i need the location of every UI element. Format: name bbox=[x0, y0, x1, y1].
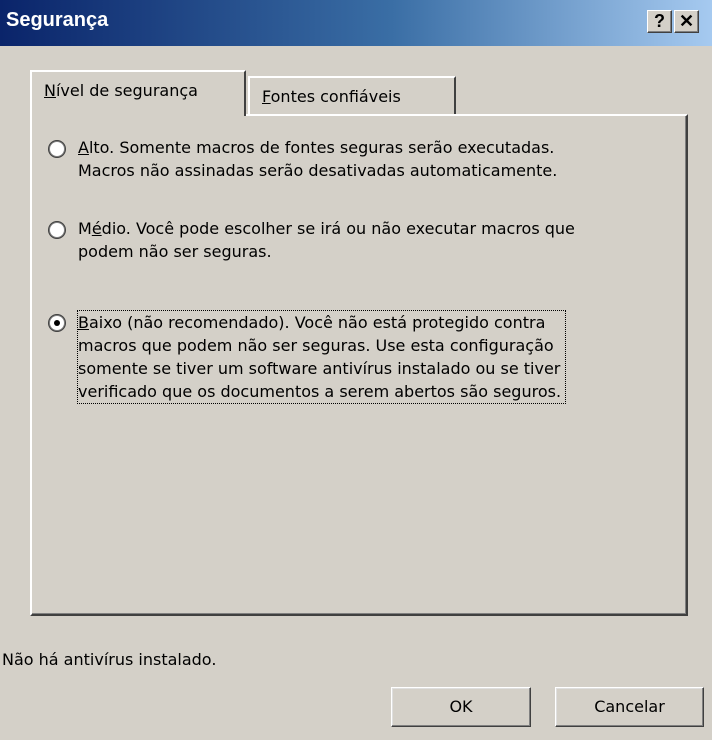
option-low-accel: B bbox=[78, 313, 89, 332]
option-low-line4: verificado que os documentos a serem abe… bbox=[78, 382, 562, 401]
option-low-line1: aixo (não recomendado). Você não está pr… bbox=[88, 313, 546, 332]
option-low-line3: somente se tiver um software antivírus i… bbox=[78, 359, 561, 378]
option-high-line1: lto. Somente macros de fontes seguras se… bbox=[88, 138, 555, 157]
window-title: Segurança bbox=[6, 9, 109, 31]
title-bar[interactable]: Segurança ? ✕ bbox=[0, 0, 712, 46]
tab-trusted-sources-label: ontes confiáveis bbox=[270, 87, 401, 106]
option-medium-text: Médio. Você pode escolher se irá ou não … bbox=[78, 217, 688, 263]
radio-low[interactable] bbox=[50, 316, 64, 330]
radio-medium[interactable] bbox=[50, 223, 64, 237]
tab-trusted-sources-accel: F bbox=[262, 87, 271, 106]
option-high-line2: Macros não assinadas serão desativadas a… bbox=[78, 161, 558, 180]
option-high-accel: A bbox=[78, 138, 89, 157]
help-button[interactable]: ? bbox=[647, 10, 672, 33]
option-low-line2: macros que podem não ser seguras. Use es… bbox=[78, 336, 554, 355]
tab-security-level-label: ível de segurança bbox=[55, 81, 198, 100]
option-low-focus: Baixo (não recomendado). Você não está p… bbox=[76, 310, 567, 404]
tab-security-level-accel: N bbox=[44, 81, 56, 100]
tab-security-level[interactable]: Nível de segurança bbox=[30, 70, 246, 116]
option-high-text: Alto. Somente macros de fontes seguras s… bbox=[78, 136, 688, 182]
option-medium-line2: podem não ser seguras. bbox=[78, 242, 272, 261]
option-medium-accel: é bbox=[91, 219, 102, 238]
option-medium-pre: M bbox=[78, 219, 92, 238]
option-medium-line1: dio. Você pode escolher se irá ou não ex… bbox=[101, 219, 575, 238]
ok-button[interactable]: OK bbox=[391, 687, 531, 727]
antivirus-status: Não há antivírus instalado. bbox=[2, 650, 217, 669]
radio-high[interactable] bbox=[50, 142, 64, 156]
cancel-button[interactable]: Cancelar bbox=[555, 687, 704, 727]
tab-trusted-sources[interactable]: Fontes confiáveis bbox=[248, 76, 456, 116]
close-icon: ✕ bbox=[678, 11, 695, 31]
close-button[interactable]: ✕ bbox=[674, 10, 699, 33]
option-low-text: Baixo (não recomendado). Você não está p… bbox=[76, 310, 670, 404]
